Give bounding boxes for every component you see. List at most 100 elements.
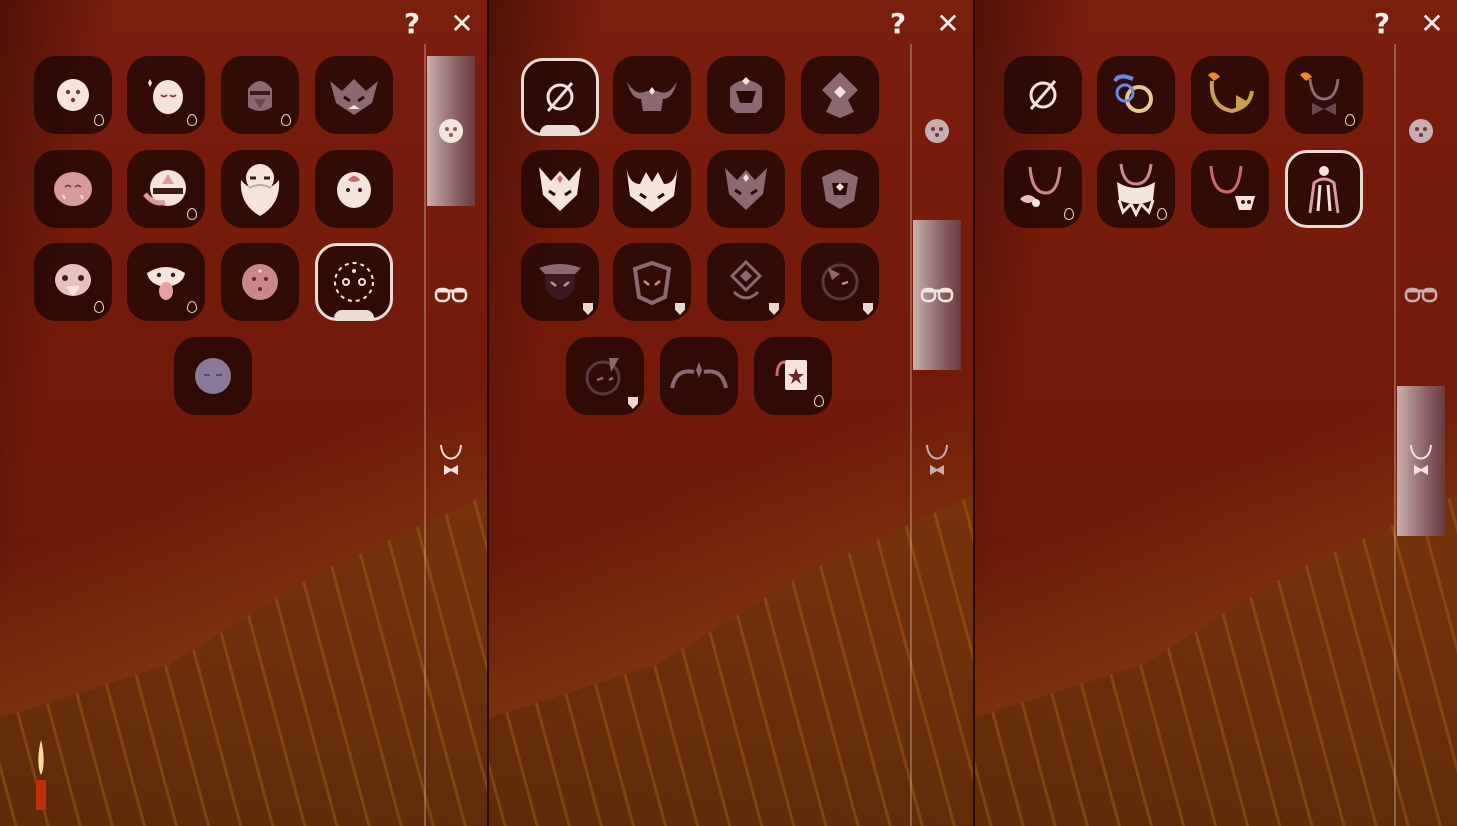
dashed-circle-mask-icon — [334, 262, 374, 302]
fire-bow-necklace-icon — [1300, 72, 1340, 115]
close-button[interactable]: ✕ — [932, 8, 964, 40]
item-slot[interactable] — [1285, 56, 1363, 134]
item-slot[interactable] — [801, 243, 879, 321]
tab-glasses[interactable] — [427, 220, 475, 370]
item-slot[interactable] — [613, 243, 691, 321]
golden-pendant-icon — [1208, 72, 1254, 114]
tab-necklace[interactable] — [1397, 386, 1445, 536]
item-slot[interactable] — [801, 150, 879, 228]
outfit-panel-masks: ? ✕ — [0, 0, 487, 826]
sidebar-divider — [1394, 44, 1396, 826]
item-slot[interactable] — [801, 56, 879, 134]
item-slot[interactable] — [221, 150, 299, 228]
item-slot[interactable] — [613, 56, 691, 134]
drop-badge-icon — [187, 208, 197, 220]
none-icon — [546, 82, 574, 112]
purple-sleepy-mask-icon — [195, 358, 231, 394]
shield-badge-icon — [628, 397, 638, 409]
mask-face-icon — [439, 119, 463, 143]
drop-badge-icon — [187, 301, 197, 313]
shield-badge-icon — [863, 303, 873, 315]
item-slot[interactable] — [34, 56, 112, 134]
tab-mask[interactable] — [1397, 56, 1445, 206]
glasses-icon — [920, 287, 954, 303]
sleepy-mask-sparkle-icon — [148, 79, 183, 114]
item-slot[interactable] — [174, 337, 252, 415]
charm-necklace-icon — [1209, 165, 1255, 210]
necklace-icon — [926, 444, 948, 475]
horned-demon-mask-icon — [330, 79, 378, 115]
item-slot[interactable] — [1097, 150, 1175, 228]
helmet-crest-icon — [730, 77, 762, 113]
tab-glasses[interactable] — [913, 220, 961, 370]
item-slot[interactable] — [315, 56, 393, 134]
item-slot[interactable] — [127, 150, 205, 228]
close-button[interactable]: ✕ — [446, 8, 478, 40]
item-slot[interactable] — [1004, 150, 1082, 228]
item-slot[interactable] — [707, 56, 785, 134]
item-slot[interactable] — [315, 150, 393, 228]
selected-indicator — [540, 125, 580, 133]
item-slot[interactable] — [221, 56, 299, 134]
shield-badge-icon — [769, 303, 779, 315]
spotted-mask-icon — [242, 264, 278, 300]
sidebar-divider — [910, 44, 912, 826]
item-slot[interactable] — [34, 243, 112, 321]
item-slot-selected[interactable] — [315, 243, 393, 321]
item-slot[interactable] — [1004, 56, 1082, 134]
mask-face-icon — [925, 119, 949, 143]
tab-mask[interactable] — [913, 56, 961, 206]
drop-badge-icon — [94, 114, 104, 126]
help-button[interactable]: ? — [1366, 8, 1398, 40]
candle-icon — [36, 740, 46, 810]
item-slot[interactable] — [521, 150, 599, 228]
item-slot[interactable] — [566, 337, 644, 415]
outfit-panel-horns: ? ✕ — [489, 0, 973, 826]
item-slot[interactable] — [127, 56, 205, 134]
half-moon-face-icon — [821, 263, 859, 301]
drop-badge-icon — [281, 114, 291, 126]
drop-badge-icon — [1345, 114, 1355, 126]
necklace-icon — [1410, 444, 1432, 475]
item-slot[interactable] — [707, 150, 785, 228]
tab-glasses[interactable] — [1397, 220, 1445, 370]
shield-badge-icon — [583, 303, 593, 315]
diamond-face-icon — [729, 259, 763, 300]
tab-necklace[interactable] — [913, 386, 961, 536]
close-button[interactable]: ✕ — [1416, 8, 1448, 40]
mask-face-icon — [1409, 119, 1433, 143]
bearded-elder-mask-icon — [240, 164, 280, 216]
help-button[interactable]: ? — [396, 8, 428, 40]
item-slot[interactable] — [754, 337, 832, 415]
item-slot[interactable] — [1097, 56, 1175, 134]
item-slot[interactable] — [1191, 56, 1269, 134]
item-slot[interactable] — [34, 150, 112, 228]
tab-necklace[interactable] — [427, 386, 475, 536]
tab-mask[interactable] — [427, 56, 475, 206]
bead-necklace-icon — [1020, 166, 1062, 207]
glasses-icon — [1404, 287, 1438, 303]
item-slot[interactable] — [660, 337, 738, 415]
item-slot[interactable] — [1191, 150, 1269, 228]
sidebar-divider — [424, 44, 426, 826]
bolt-face-icon — [585, 358, 621, 396]
item-slot[interactable] — [521, 243, 599, 321]
item-slot[interactable] — [221, 243, 299, 321]
spiked-crown-mask-icon — [539, 167, 581, 211]
flame-forehead-mask-icon — [337, 172, 371, 208]
grass-blades — [0, 494, 487, 826]
item-slot[interactable] — [613, 150, 691, 228]
glasses-icon — [434, 287, 468, 303]
item-slot-selected[interactable] — [1285, 150, 1363, 228]
round-mask-dots-icon — [57, 79, 89, 111]
crown-face-icon — [539, 264, 581, 300]
armored-face-icon — [632, 260, 672, 305]
cape-pendant-icon — [1308, 166, 1340, 214]
item-slot-selected[interactable] — [521, 58, 599, 136]
horned-crown-mask-icon — [626, 164, 678, 212]
item-slot[interactable] — [707, 243, 785, 321]
star-card-icon — [775, 360, 807, 390]
help-button[interactable]: ? — [882, 8, 914, 40]
drop-badge-icon — [814, 395, 824, 407]
item-slot[interactable] — [127, 243, 205, 321]
